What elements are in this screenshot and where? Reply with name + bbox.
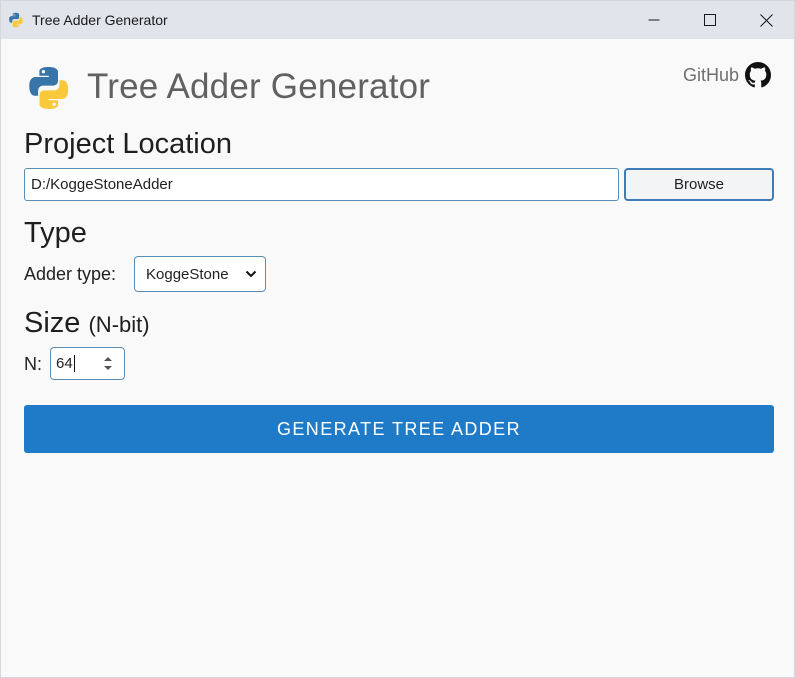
app-window: Tree Adder Generator Tree Adder Generato…: [0, 0, 795, 678]
window-title: Tree Adder Generator: [32, 12, 168, 28]
browse-button[interactable]: Browse: [624, 168, 774, 201]
size-heading: Size (N-bit): [24, 305, 150, 343]
github-icon: [745, 62, 772, 88]
n-bit-value: 64: [56, 355, 73, 372]
app-title: Tree Adder Generator: [87, 67, 431, 106]
n-bit-input[interactable]: 64: [50, 347, 125, 380]
n-label: N:: [24, 354, 42, 374]
python-logo-icon: [9, 12, 23, 28]
minimize-icon: [648, 19, 660, 21]
github-label: GitHub: [683, 65, 740, 85]
chevron-down-icon: [245, 270, 257, 278]
size-heading-main: Size: [24, 307, 81, 339]
github-link[interactable]: GitHub: [683, 62, 772, 88]
size-heading-sub: (N-bit): [88, 312, 150, 337]
maximize-icon: [704, 14, 716, 26]
project-location-heading: Project Location: [24, 128, 232, 160]
type-heading: Type: [24, 217, 87, 249]
python-logo-icon: [29, 67, 69, 109]
text-caret: [73, 355, 75, 372]
title-bar[interactable]: Tree Adder Generator: [1, 1, 794, 39]
project-path-input[interactable]: [24, 168, 619, 201]
adder-type-selected: KoggeStone: [146, 265, 229, 283]
adder-type-label: Adder type:: [24, 264, 117, 284]
close-button[interactable]: [738, 1, 794, 39]
close-icon: [759, 13, 773, 27]
minimize-button[interactable]: [626, 1, 682, 39]
adder-type-select[interactable]: KoggeStone: [134, 256, 266, 292]
generate-tree-adder-button[interactable]: GENERATE TREE ADDER: [24, 405, 774, 453]
maximize-button[interactable]: [682, 1, 738, 39]
number-spinner-icon[interactable]: [102, 354, 114, 373]
